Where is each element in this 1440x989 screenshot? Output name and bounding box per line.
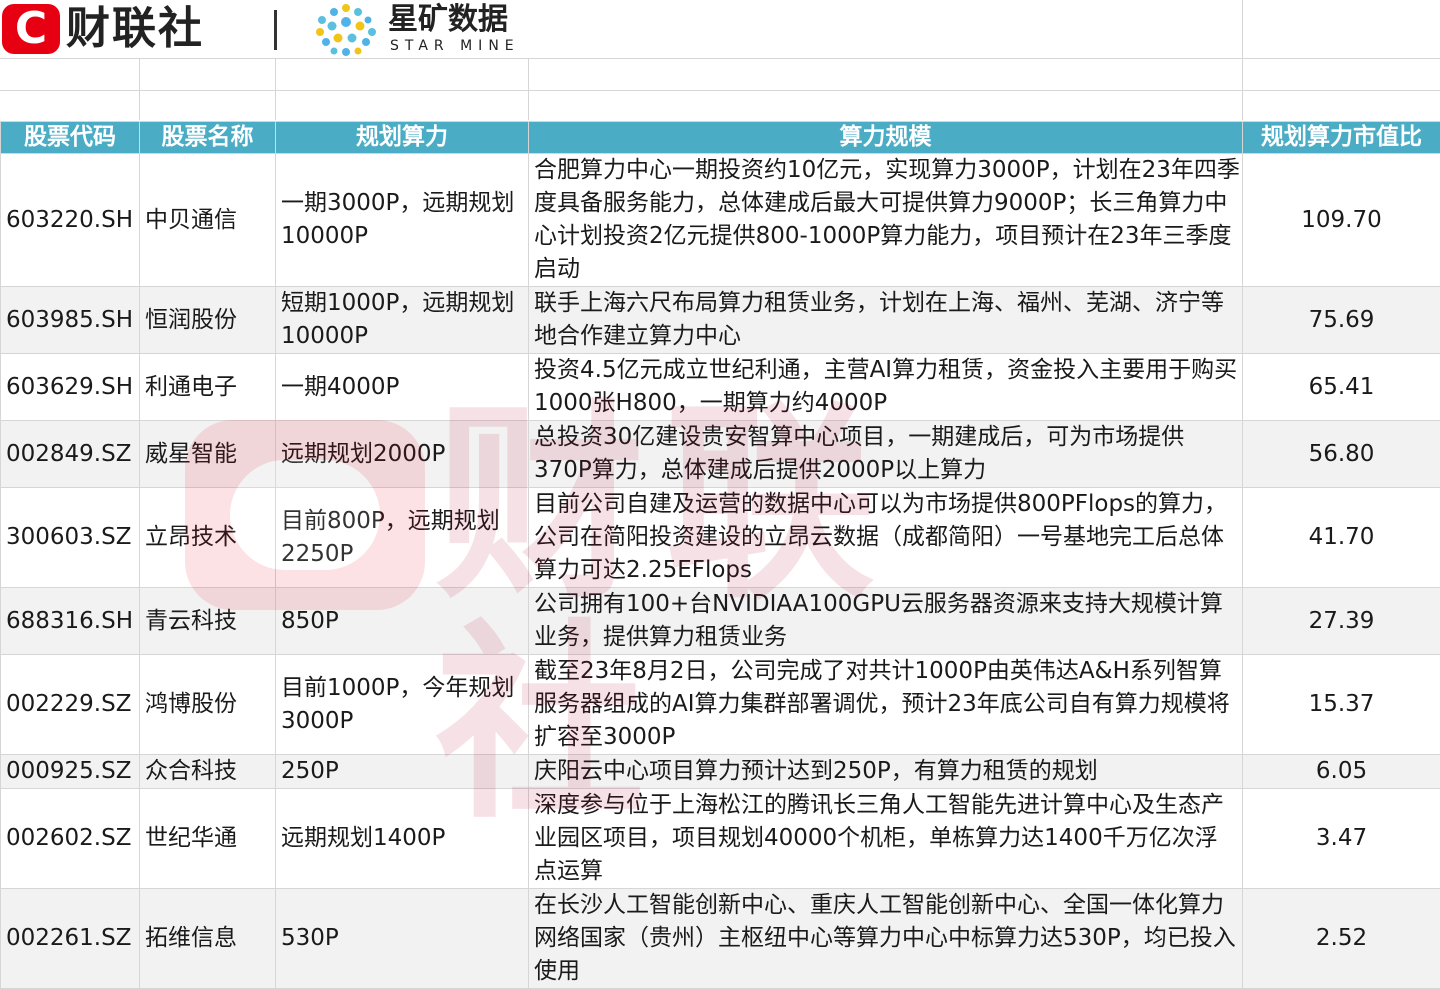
stock-code: 002261.SZ xyxy=(1,889,140,989)
table-header-row: 股票代码 股票名称 规划算力 算力规模 规划算力市值比 xyxy=(1,122,1440,154)
power-scale: 合肥算力中心一期投资约10亿元，实现算力3000P，计划在23年四季度具备服务能… xyxy=(529,154,1243,287)
stock-code: 000925.SZ xyxy=(1,755,140,789)
cls-logo-icon: C xyxy=(2,4,60,54)
stock-name: 利通电子 xyxy=(140,354,276,421)
stock-code: 603629.SH xyxy=(1,354,140,421)
header-stock-name: 股票名称 xyxy=(140,122,276,154)
stock-code: 688316.SH xyxy=(1,588,140,655)
table-row: 603220.SH 中贝通信 一期3000P，远期规划10000P 合肥算力中心… xyxy=(1,154,1440,287)
stock-name: 世纪华通 xyxy=(140,789,276,889)
planned-power: 目前800P，远期规划2250P xyxy=(276,488,529,588)
power-scale: 庆阳云中心项目算力预计达到250P，有算力租赁的规划 xyxy=(529,755,1243,789)
table-row: 603629.SH 利通电子 一期4000P 投资4.5亿元成立世纪利通，主营A… xyxy=(1,354,1440,421)
stock-name: 鸿博股份 xyxy=(140,655,276,755)
planned-power: 远期规划1400P xyxy=(276,789,529,889)
planned-power: 目前1000P，今年规划3000P xyxy=(276,655,529,755)
planned-power: 远期规划2000P xyxy=(276,421,529,488)
table-row: 002849.SZ 威星智能 远期规划2000P 总投资30亿建设贵安智算中心项… xyxy=(1,421,1440,488)
table-row: 002261.SZ 拓维信息 530P 在长沙人工智能创新中心、重庆人工智能创新… xyxy=(1,889,1440,989)
stock-code: 002849.SZ xyxy=(1,421,140,488)
header-planned-power: 规划算力 xyxy=(276,122,529,154)
table-row: 603985.SH 恒润股份 短期1000P，远期规划10000P 联手上海六尺… xyxy=(1,287,1440,354)
stock-name: 威星智能 xyxy=(140,421,276,488)
power-to-marketcap: 6.05 xyxy=(1243,755,1440,789)
planned-power: 一期4000P xyxy=(276,354,529,421)
power-scale: 在长沙人工智能创新中心、重庆人工智能创新中心、全国一体化算力网络国家（贵州）主枢… xyxy=(529,889,1243,989)
power-scale: 深度参与位于上海松江的腾讯长三角人工智能先进计算中心及生态产业园区项目，项目规划… xyxy=(529,789,1243,889)
brand-header: C 财联社 星矿数据 STAR MINE xyxy=(0,0,560,58)
header-stock-code: 股票代码 xyxy=(1,122,140,154)
stock-code: 603220.SH xyxy=(1,154,140,287)
brand-divider xyxy=(274,10,277,50)
power-scale: 截至23年8月2日，公司完成了对共计1000P由英伟达A&H系列智算服务器组成的… xyxy=(529,655,1243,755)
planned-power: 一期3000P，远期规划10000P xyxy=(276,154,529,287)
power-to-marketcap: 75.69 xyxy=(1243,287,1440,354)
header-power-to-marketcap: 规划算力市值比 xyxy=(1243,122,1440,154)
star-mine-en: STAR MINE xyxy=(390,38,520,54)
power-to-marketcap: 109.70 xyxy=(1243,154,1440,287)
stock-name: 青云科技 xyxy=(140,588,276,655)
planned-power: 530P xyxy=(276,889,529,989)
table-row: 000925.SZ 众合科技 250P 庆阳云中心项目算力预计达到250P，有算… xyxy=(1,755,1440,789)
stock-code: 603985.SH xyxy=(1,287,140,354)
table-row: 002602.SZ 世纪华通 远期规划1400P 深度参与位于上海松江的腾讯长三… xyxy=(1,789,1440,889)
planned-power: 短期1000P，远期规划10000P xyxy=(276,287,529,354)
stock-name: 立昂技术 xyxy=(140,488,276,588)
power-to-marketcap: 15.37 xyxy=(1243,655,1440,755)
header-power-scale: 算力规模 xyxy=(529,122,1243,154)
power-to-marketcap: 3.47 xyxy=(1243,789,1440,889)
planned-power: 850P xyxy=(276,588,529,655)
power-to-marketcap: 56.80 xyxy=(1243,421,1440,488)
power-scale: 联手上海六尺布局算力租赁业务，计划在上海、福州、芜湖、济宁等地合作建立算力中心 xyxy=(529,287,1243,354)
cls-logo-text: 财联社 xyxy=(66,2,204,56)
stock-code: 002229.SZ xyxy=(1,655,140,755)
power-to-marketcap: 2.52 xyxy=(1243,889,1440,989)
stock-name: 拓维信息 xyxy=(140,889,276,989)
compute-power-table: 股票代码 股票名称 规划算力 算力规模 规划算力市值比 603220.SH 中贝… xyxy=(0,121,1440,989)
stock-name: 中贝通信 xyxy=(140,154,276,287)
stock-code: 002602.SZ xyxy=(1,789,140,889)
table-row: 300603.SZ 立昂技术 目前800P，远期规划2250P 目前公司自建及运… xyxy=(1,488,1440,588)
star-mine-dots-icon xyxy=(312,2,380,58)
power-scale: 公司拥有100+台NVIDIAA100GPU云服务器资源来支持大规模计算业务，提… xyxy=(529,588,1243,655)
stock-name: 众合科技 xyxy=(140,755,276,789)
power-scale: 总投资30亿建设贵安智算中心项目，一期建成后，可为市场提供370P算力，总体建成… xyxy=(529,421,1243,488)
planned-power: 250P xyxy=(276,755,529,789)
power-to-marketcap: 41.70 xyxy=(1243,488,1440,588)
table-row: 688316.SH 青云科技 850P 公司拥有100+台NVIDIAA100G… xyxy=(1,588,1440,655)
power-scale: 目前公司自建及运营的数据中心可以为市场提供800PFlops的算力，公司在简阳投… xyxy=(529,488,1243,588)
stock-code: 300603.SZ xyxy=(1,488,140,588)
power-to-marketcap: 27.39 xyxy=(1243,588,1440,655)
stock-name: 恒润股份 xyxy=(140,287,276,354)
table-row: 002229.SZ 鸿博股份 目前1000P，今年规划3000P 截至23年8月… xyxy=(1,655,1440,755)
power-to-marketcap: 65.41 xyxy=(1243,354,1440,421)
power-scale: 投资4.5亿元成立世纪利通，主营AI算力租赁，资金投入主要用于购买1000张H8… xyxy=(529,354,1243,421)
star-mine-cn: 星矿数据 xyxy=(388,2,508,38)
